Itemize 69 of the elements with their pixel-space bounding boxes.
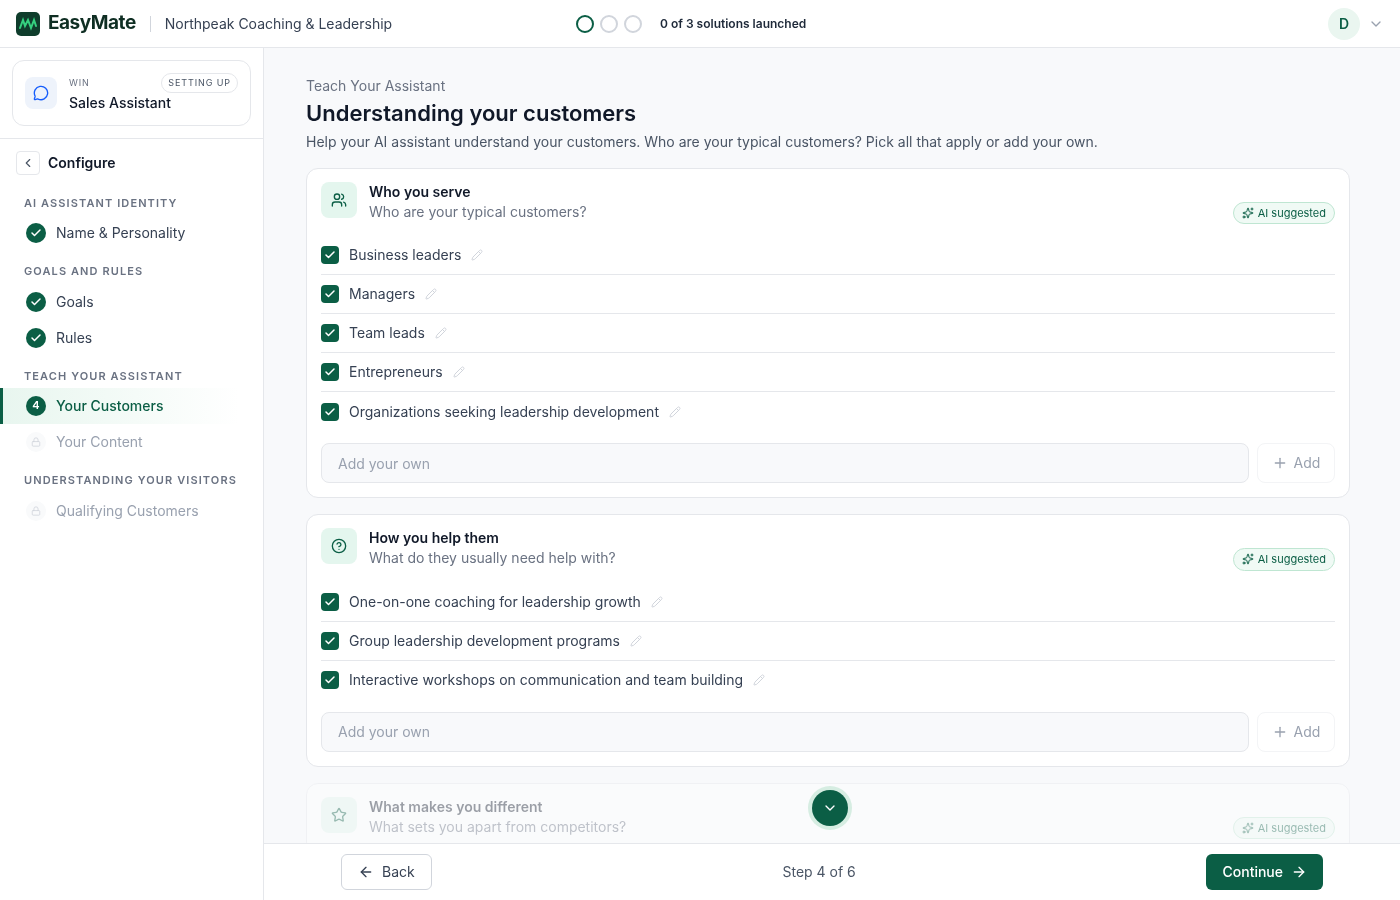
section-subtitle: What sets you apart from competitors?: [369, 816, 627, 837]
ai-suggested-badge: AI suggested: [1232, 548, 1335, 571]
sparkle-icon: [1241, 206, 1254, 219]
sidebar-item[interactable]: Goals: [0, 283, 239, 320]
ai-suggested-badge: AI suggested: [1232, 816, 1335, 839]
option-label: Group leadership development programs: [349, 630, 620, 651]
section-title: How you help them: [369, 528, 499, 548]
checkbox[interactable]: [321, 363, 339, 381]
page-title: Understanding your customers: [306, 100, 638, 128]
group-heading: AI ASSISTANT IDENTITY: [23, 194, 179, 211]
question-icon: [331, 538, 347, 554]
page-eyebrow: Teach Your Assistant: [306, 76, 447, 96]
option-label: One-on-one coaching for leadership growth: [349, 591, 641, 612]
check-icon: [324, 674, 336, 686]
add-option-field[interactable]: Add your own: [321, 443, 1249, 483]
add-option-field[interactable]: Add your own: [321, 711, 1249, 752]
checkbox[interactable]: [321, 631, 339, 650]
checkbox[interactable]: [321, 285, 339, 303]
option-label: Business leaders: [349, 245, 462, 265]
checkbox[interactable]: [321, 402, 339, 421]
sidebar-item[interactable]: Rules: [0, 319, 239, 356]
group-heading: TEACH YOUR ASSISTANT: [23, 367, 184, 384]
back-icon-button[interactable]: [16, 150, 40, 175]
arrow-left-icon: [358, 864, 374, 880]
group-heading: GOALS AND RULES: [23, 263, 145, 280]
section-title: Who you serve: [369, 181, 471, 202]
continue-button[interactable]: Continue: [1206, 854, 1323, 890]
step-number: 4: [26, 396, 46, 416]
check-icon: [324, 595, 336, 608]
checkbox[interactable]: [321, 246, 339, 264]
check-icon: [324, 249, 336, 261]
sparkle-icon: [1241, 553, 1254, 566]
check-icon: [324, 366, 336, 378]
ai-suggested-badge: AI suggested: [1232, 201, 1335, 224]
checkbox[interactable]: [321, 592, 339, 611]
step-indicator: Step 4 of 6: [781, 862, 857, 882]
sidebar-title: Configure: [48, 152, 116, 173]
section-title: What makes you different: [369, 796, 543, 817]
back-button[interactable]: Back: [341, 854, 432, 890]
section-subtitle: Who are your typical customers?: [369, 201, 587, 222]
option-label: Entrepreneurs: [349, 362, 443, 382]
option-label: Organizations seeking leadership development: [349, 401, 659, 422]
page-description: Help your AI assistant understand your customers. Who are your typical customers? Pick all that apply or add your own.: [306, 131, 1099, 152]
scroll-down-button[interactable]: [812, 790, 848, 826]
chat-icon: [25, 76, 57, 109]
sidebar-item[interactable]: Name & Personality: [0, 215, 239, 251]
assistant-card[interactable]: WIN SETTING UP Sales Assistant: [12, 60, 251, 126]
assistant-eyebrow: WIN: [69, 76, 90, 90]
sparkle-icon: [1241, 821, 1254, 834]
option-label: Team leads: [349, 323, 425, 343]
star-icon: [331, 806, 347, 823]
group-heading: UNDERSTANDING YOUR VISITORS: [23, 472, 238, 489]
checkbox[interactable]: [321, 671, 339, 689]
progress-text: 0 of 3 solutions launched: [660, 15, 807, 32]
check-icon: [324, 327, 336, 339]
option-label: Interactive workshops on communication and team building: [349, 670, 744, 690]
check-icon: [324, 405, 336, 418]
people-icon: [331, 191, 347, 208]
checkbox[interactable]: [321, 324, 339, 342]
check-icon: [324, 634, 336, 647]
assistant-name: Sales Assistant: [69, 92, 172, 113]
section-subtitle: What do they usually need help with?: [369, 548, 616, 568]
organization-name: Northpeak Coaching & Leadership: [164, 13, 393, 34]
option-label: Managers: [349, 284, 416, 304]
logo-icon: [16, 11, 40, 36]
arrow-right-icon: [1291, 864, 1307, 880]
brand-name: EasyMate: [48, 10, 136, 37]
check-icon: [324, 288, 336, 300]
user-avatar[interactable]: D: [1328, 7, 1360, 40]
